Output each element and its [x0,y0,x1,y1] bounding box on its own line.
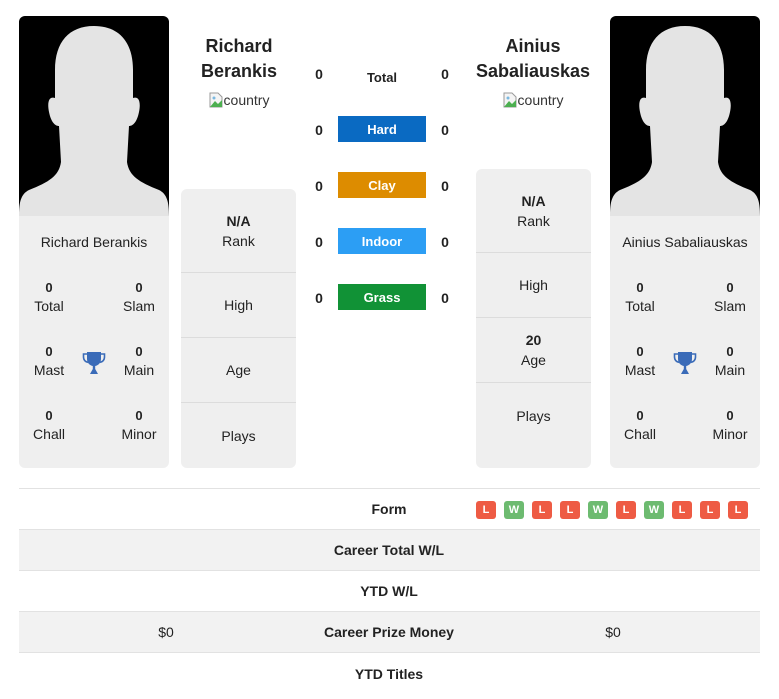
h2h-right-value: 0 [441,234,449,250]
right-titles-minor: 0 Minor [712,408,748,442]
form-badge-loss[interactable]: L [616,501,636,519]
h2h-row-total: 0 Total 0 [305,60,460,116]
row-career-wl: Career Total W/L [19,530,760,571]
h2h-row-indoor: 0 Indoor 0 [305,228,460,284]
h2h-right-value: 0 [441,122,449,138]
form-badge-loss[interactable]: L [700,501,720,519]
h2h-row-clay: 0 Clay 0 [305,172,460,228]
h2h-label: Total [366,69,398,85]
right-high: High [476,253,591,318]
left-titles-minor: 0 Minor [121,408,157,442]
left-plays: Plays [221,427,256,444]
h2h-left-value: 0 [315,122,323,138]
left-age: Age [181,338,296,403]
left-titles-slam: 0 Slam [123,280,155,314]
h2h-left-value: 0 [315,178,323,194]
row-form: Form LWLLWLWLLL [19,489,760,530]
right-age: 20 Age [476,318,591,383]
right-plays: Plays [516,407,551,424]
left-value: $0 [158,624,174,640]
head-to-head: 0 Total 0 0 Hard 0 0 Clay 0 0 Indoor 0 0… [305,60,460,340]
left-high: High [181,273,296,338]
left-titles-main: 0 Main [123,344,155,378]
row-label: YTD Titles [354,665,424,682]
h2h-left-value: 0 [315,290,323,306]
left-player-card-name: Richard Berankis [40,234,148,250]
trophy-icon [82,352,106,374]
left-titles-total: 0 Total [34,280,64,314]
broken-image-icon [209,92,223,108]
surface-badge-hard: Hard [338,116,426,142]
right-player-card: Ainius Sabaliauskas 0 Total 0 Slam 0 Mast 0… [610,16,760,468]
row-prize-money: $0 Career Prize Money $0 [19,612,760,653]
left-player-card: Richard Berankis 0 Total 0 Slam 0 Mast 0 Mai… [19,16,169,468]
right-rank: N/A Rank [476,169,591,253]
h2h-left-value: 0 [315,234,323,250]
right-player-photo [610,16,760,216]
surface-badge-grass: Grass [338,284,426,310]
left-titles-grid: 0 Total 0 Slam 0 Mast 0 Main 0 Chall 0 Minor [19,268,169,468]
left-info-card: N/A Rank High Age Plays [181,189,296,468]
right-player-header: Ainius Sabaliauskas country [468,34,598,113]
right-player-card-name: Ainius Sabaliauskas [622,234,748,250]
comparison-table: Form LWLLWLWLLL Career Total W/L YTD W/L… [19,488,760,694]
row-label: Form [371,501,407,517]
surface-badge-clay: Clay [338,172,426,198]
broken-image-icon [503,92,517,108]
form-badge-loss[interactable]: L [532,501,552,519]
right-titles-total: 0 Total [625,280,655,314]
left-player-name[interactable]: Richard Berankis [174,34,304,84]
right-titles-chall: 0 Chall [624,408,656,442]
form-badge-win[interactable]: W [588,501,608,519]
h2h-right-value: 0 [441,66,449,82]
form-badge-loss[interactable]: L [560,501,580,519]
left-titles-chall: 0 Chall [33,408,65,442]
right-titles-mast: 0 Mast [624,344,656,378]
right-titles-main: 0 Main [714,344,746,378]
right-country-flag: country [503,92,563,108]
right-value: $0 [605,624,621,640]
right-titles-grid: 0 Total 0 Slam 0 Mast 0 Main 0 Chall 0 Minor [610,268,760,468]
left-country-flag: country [209,92,269,108]
row-label: YTD W/L [360,583,418,599]
left-player-header: Richard Berankis country [174,34,304,113]
form-badge-loss[interactable]: L [672,501,692,519]
silhouette-icon [19,26,169,216]
right-player-name[interactable]: Ainius Sabaliauskas [468,34,598,84]
form-badge-win[interactable]: W [644,501,664,519]
form-badge-loss[interactable]: L [476,501,496,519]
row-label: Career Total W/L [333,542,445,558]
right-titles-slam: 0 Slam [714,280,746,314]
h2h-row-hard: 0 Hard 0 [305,116,460,172]
h2h-row-grass: 0 Grass 0 [305,284,460,340]
surface-badge-indoor: Indoor [338,228,426,254]
form-badge-loss[interactable]: L [728,501,748,519]
left-rank: N/A Rank [181,189,296,273]
silhouette-icon [610,26,760,216]
right-info-card: N/A Rank High 20 Age Plays [476,169,591,468]
row-ytd-wl: YTD W/L [19,571,760,612]
h2h-left-value: 0 [315,66,323,82]
h2h-right-value: 0 [441,178,449,194]
row-ytd-titles: YTD Titles [19,653,760,694]
left-player-photo [19,16,169,216]
h2h-right-value: 0 [441,290,449,306]
form-badges: LWLLWLWLLL [476,501,748,519]
form-badge-win[interactable]: W [504,501,524,519]
left-titles-mast: 0 Mast [33,344,65,378]
trophy-icon [673,352,697,374]
row-label: Career Prize Money [324,624,454,640]
